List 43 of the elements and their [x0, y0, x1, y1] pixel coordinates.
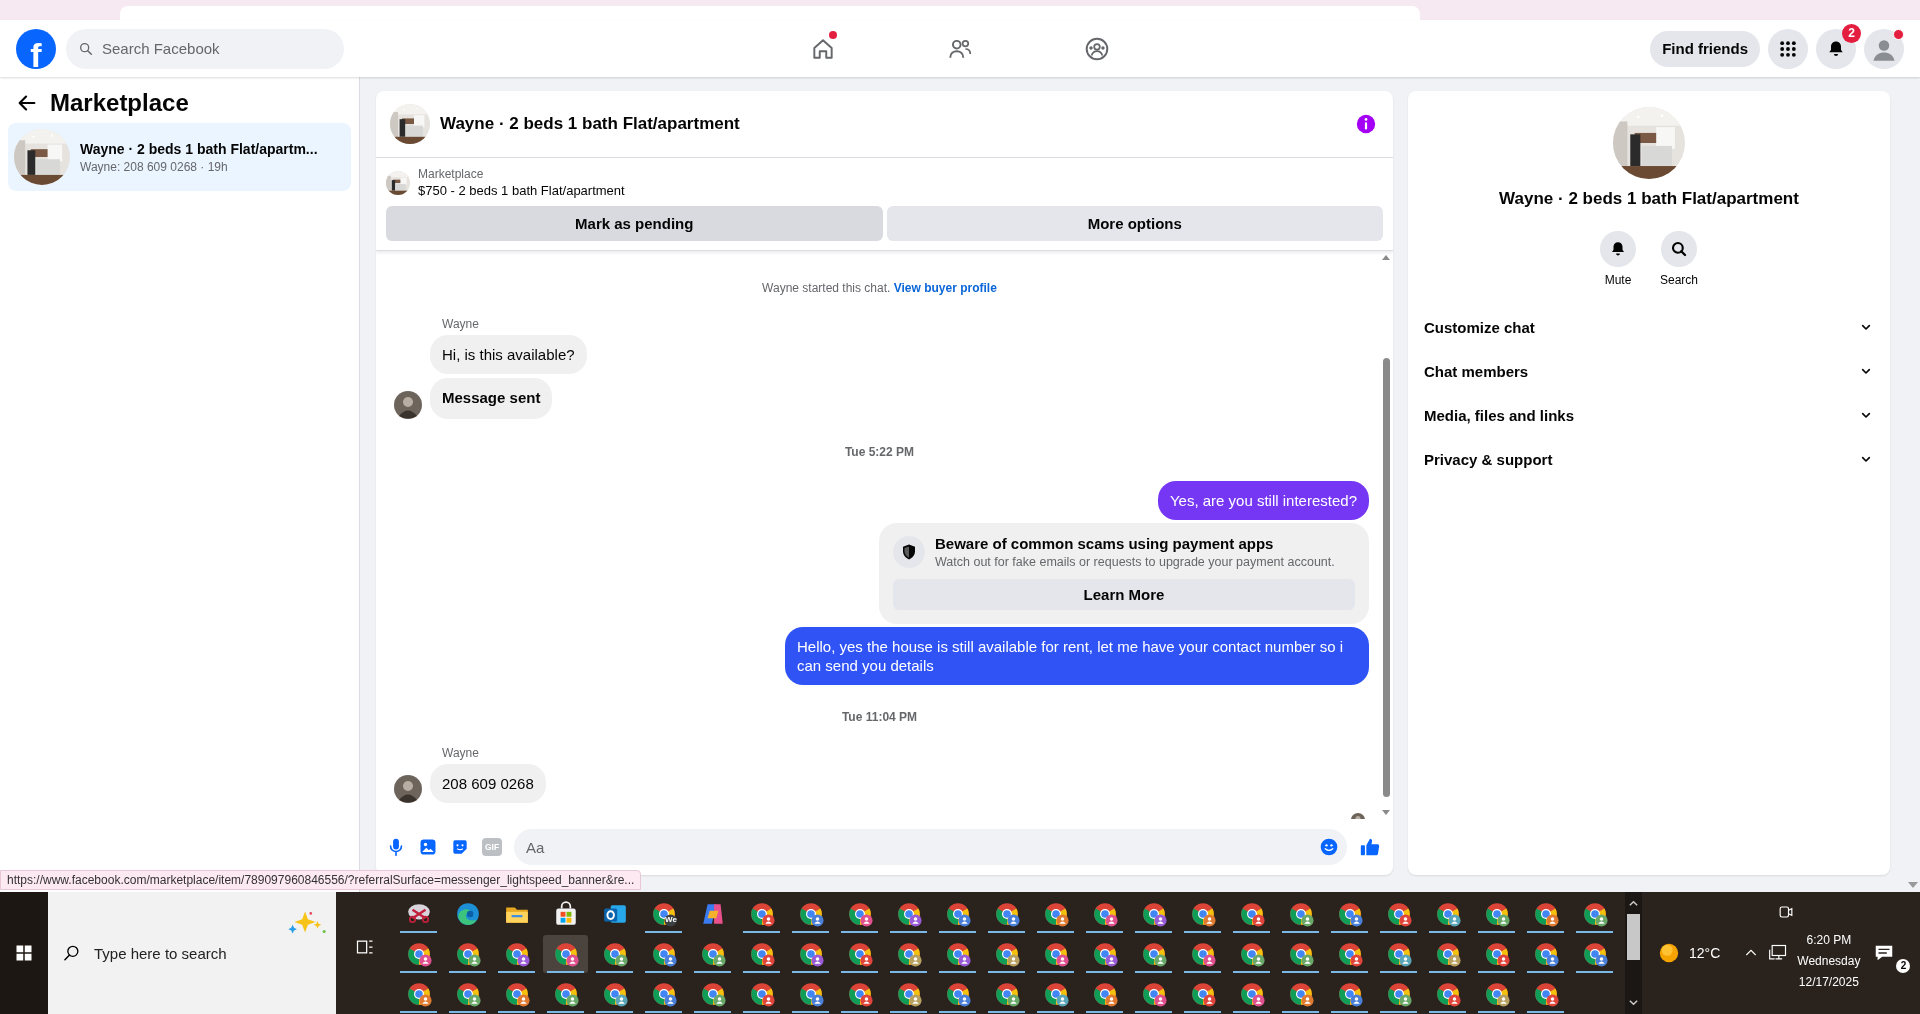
taskbar-search-field[interactable]: Type here to search [92, 937, 296, 969]
sender-name: Wayne [442, 746, 480, 760]
section-header[interactable]: Chat members [1416, 349, 1882, 393]
page-title: Marketplace [50, 89, 189, 117]
message-bubble: 208 609 0268 [430, 764, 546, 803]
sender-name: Wayne [442, 317, 480, 331]
link-preview-url: https://www.facebook.com/marketplace/item/789097960846556/?referralSurface=messenger_lightspeed_banner&re... [0, 870, 642, 890]
facebook-logo[interactable]: f [16, 28, 56, 69]
profile-initials: We [665, 915, 677, 924]
listing-label: Marketplace [418, 167, 485, 181]
message-timestamp: Tue 11:04 PM [840, 710, 919, 724]
section-header[interactable]: Media, files and links [1416, 393, 1882, 437]
message-bubble: Message sent [430, 378, 553, 419]
learn-more-button[interactable]: Learn More [893, 579, 1355, 610]
find-friends-button[interactable]: Find friends [1650, 30, 1760, 67]
chat-start-notice: Wayne started this chat. View buyer profile [761, 281, 998, 295]
listing-summary: $750 - 2 beds 1 bath Flat/apartment [418, 183, 625, 198]
action-button[interactable]: Mark as pending [386, 206, 883, 241]
conversation-item[interactable]: Wayne · 2 beds 1 bath Flat/apartm... Wayne: 208 609 0268 · 19h [8, 123, 351, 191]
message-bubble: Yes, are you still interested? [1157, 481, 1369, 520]
warning-title: Beware of common scams using payment apps [935, 535, 1275, 552]
chat-title: Wayne · 2 beds 1 bath Flat/apartment [440, 114, 741, 134]
search-field[interactable]: Search Facebook [66, 28, 344, 69]
action-button[interactable]: More options [886, 206, 1383, 241]
conversation-preview: Wayne: 208 609 0268 · 19h [80, 159, 229, 174]
taskbar-app-button[interactable]: We [641, 895, 686, 933]
notification-count: 2 [1842, 23, 1861, 43]
notification-count: 2 [1896, 959, 1911, 973]
chat-name: Wayne · 2 beds 1 bath Flat/apartment [1499, 189, 1799, 209]
message-bubble: Hello, yes the house is still available for rent, let me have your contact number so i can send you details [785, 627, 1369, 685]
message-timestamp: Tue 5:22 PM [843, 445, 916, 459]
clock-day: Wednesday [1797, 954, 1861, 968]
clock-time: 6:20 PM [1806, 933, 1852, 947]
section-header[interactable]: Customize chat [1416, 305, 1882, 349]
section-header[interactable]: Privacy & support [1416, 437, 1882, 481]
clock-date: 12/17/2025 [1798, 975, 1859, 989]
clock[interactable]: 6:20 PM Wednesday 12/17/2025 [1797, 917, 1861, 989]
message-bubble: Hi, is this available? [430, 335, 587, 374]
warning-text: Watch out for fake emails or requests to upgrade your payment account. [935, 555, 1335, 569]
message-input[interactable]: Aa [514, 829, 1347, 865]
weather-temperature[interactable]: 12°C [1689, 945, 1721, 961]
conversation-title: Wayne · 2 beds 1 bath Flat/apartm... [80, 140, 318, 157]
view-buyer-profile-link[interactable]: View buyer profile [893, 281, 997, 295]
